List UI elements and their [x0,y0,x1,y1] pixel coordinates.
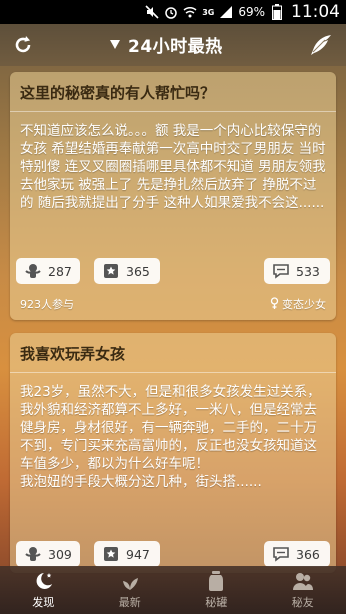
bottom-nav: 发现 最新 秘罐 秘友 [0,566,346,614]
hug-count: 287 [48,263,72,279]
vote-count: 947 [126,546,150,562]
post-body: 不知道应该怎么说。。。额 我是一个内心比较保守的女孩 希望结婚再奉献第一次高中时… [20,123,326,211]
post-title: 我喜欢玩弄女孩 [10,333,336,373]
post-body: 我23岁，虽然不大，但是和很多女孩发生过关系，我外貌和经济都算不上多好，一米八，… [20,384,321,490]
comment-icon [272,262,290,280]
post-meta: 923人参与 变态少女 [20,296,326,312]
star-box-icon [102,545,120,563]
nav-jar[interactable]: 秘罐 [173,566,260,614]
comment-button[interactable]: 533 [264,258,330,284]
female-icon [270,296,279,312]
comment-button[interactable]: 366 [264,541,330,567]
comment-count: 366 [296,546,320,562]
wifi-icon [183,5,197,19]
moon-star-icon [30,570,56,592]
alarm-icon [164,5,178,19]
network-type: 3G [202,7,215,17]
author[interactable]: 变态少女 [270,296,326,312]
muted-icon [145,5,159,19]
vote-button[interactable]: 947 [94,541,160,567]
nav-label: 最新 [118,596,141,609]
post-title: 这里的秘密真的有人帮忙吗？ [10,72,336,112]
clock: 11:04 [291,2,340,22]
leaf-icon [117,570,143,592]
post-actions: 287 365 533 [10,258,336,298]
battery-percent: 69% [238,5,265,19]
post-card[interactable]: 这里的秘密真的有人帮忙吗？ 不知道应该怎么说。。。额 我是一个内心比较保守的女孩… [10,72,336,320]
nav-label: 秘友 [291,596,314,609]
battery-icon [270,4,284,20]
feed-selector[interactable]: 24小时最热 [110,32,223,57]
participants-count: 923人参与 [20,298,74,311]
comment-icon [272,545,290,563]
post-card[interactable]: 我喜欢玩弄女孩 我23岁，虽然不大，但是和很多女孩发生过关系，我外貌和经济都算不… [10,333,336,573]
hug-button[interactable]: 309 [16,541,80,567]
refresh-icon[interactable] [12,34,34,56]
nav-latest[interactable]: 最新 [87,566,174,614]
hug-icon [24,262,42,280]
nav-friends[interactable]: 秘友 [260,566,346,614]
hug-icon [24,545,42,563]
status-bar: 3G 69% 11:04 [0,0,346,24]
comment-count: 533 [296,263,320,279]
page-title: 24小时最热 [128,37,223,57]
vote-count: 365 [126,263,150,279]
jar-icon [203,570,229,592]
nav-discover[interactable]: 发现 [0,566,87,614]
vote-button[interactable]: 365 [94,258,160,284]
hug-button[interactable]: 287 [16,258,80,284]
signal-icon [219,5,233,19]
friends-icon [290,570,316,592]
star-box-icon [102,262,120,280]
feather-pen-icon[interactable] [308,32,334,58]
hug-count: 309 [48,546,72,562]
app-bar: 24小时最热 [0,24,346,66]
nav-label: 发现 [32,596,55,609]
author-name: 变态少女 [282,298,326,311]
nav-label: 秘罐 [205,596,228,609]
dropdown-triangle-icon [110,40,120,49]
